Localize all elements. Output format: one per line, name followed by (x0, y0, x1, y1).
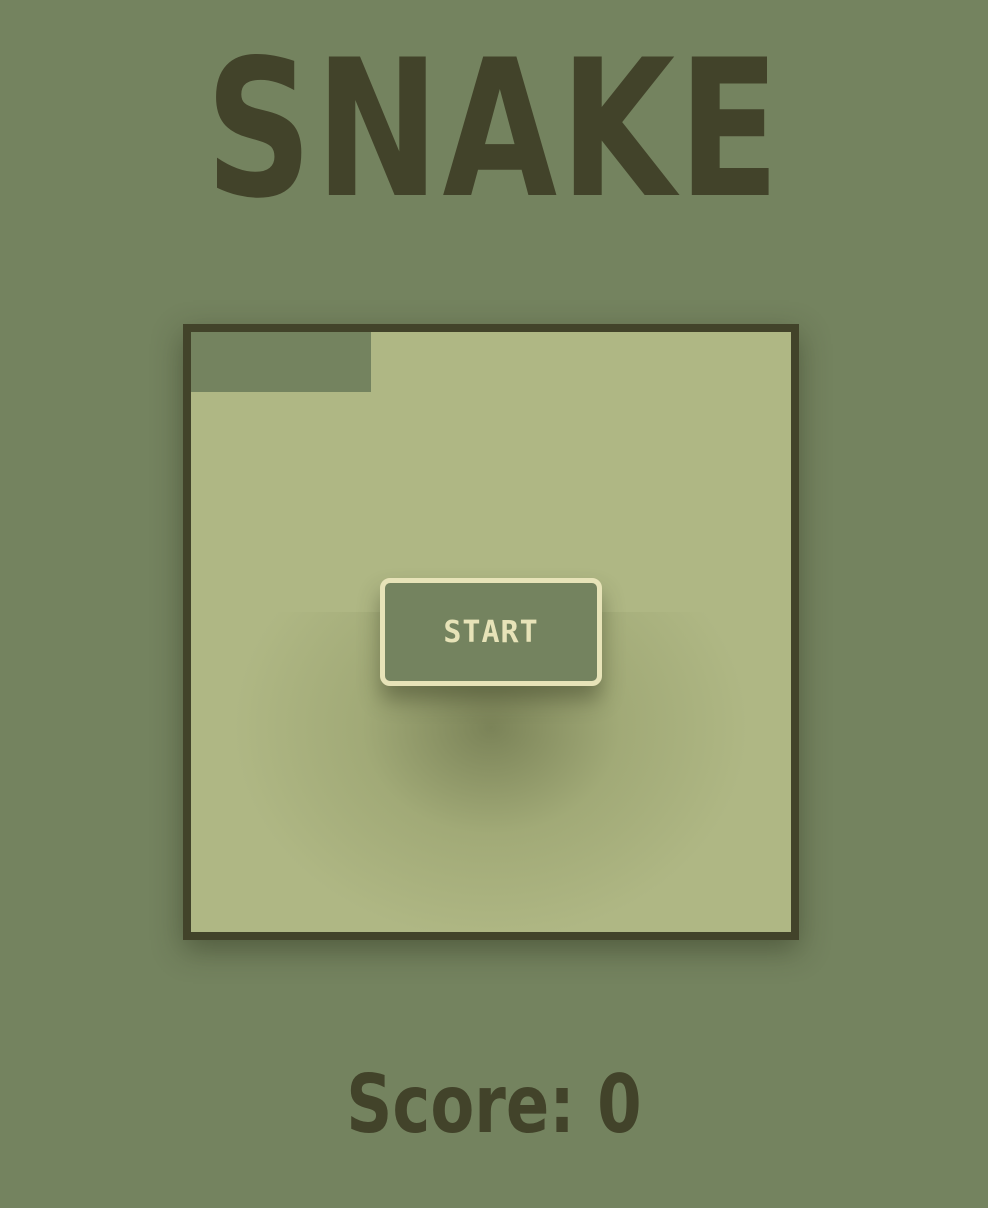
snake-segment (341, 332, 371, 362)
snake-segment (251, 362, 281, 392)
snake-segment (191, 362, 221, 392)
game-title: SNAKE (205, 19, 783, 240)
snake-segment (281, 332, 311, 362)
snake-segment (251, 332, 281, 362)
score-display: Score: 0 (346, 1058, 642, 1151)
snake-segment (311, 332, 341, 362)
game-board[interactable]: START (191, 332, 791, 932)
game-board-frame: START (183, 324, 799, 940)
snake-segment (221, 332, 251, 362)
snake-segment (341, 362, 371, 392)
snake-segment (311, 362, 341, 392)
start-button[interactable]: START (380, 578, 602, 686)
snake-segment (221, 362, 251, 392)
snake-segment (191, 332, 221, 362)
snake-segment (281, 362, 311, 392)
